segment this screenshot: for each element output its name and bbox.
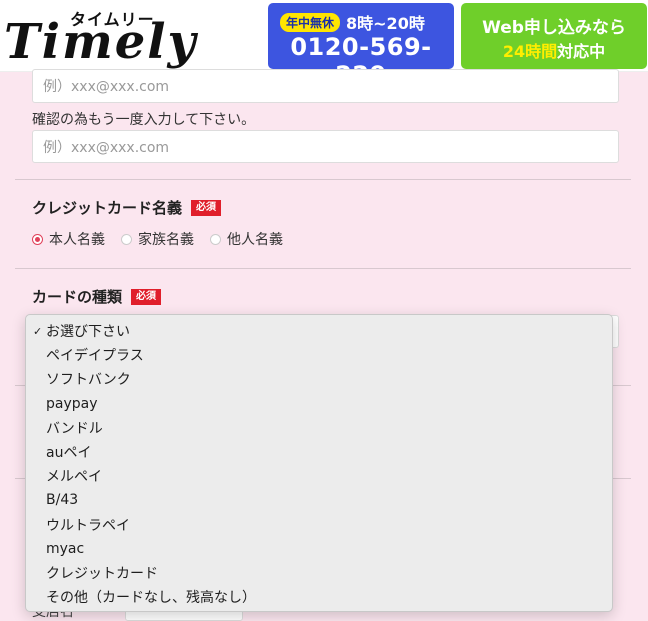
dropdown-option[interactable]: メルペイ (26, 464, 612, 488)
option-label: ペイデイプラス (46, 348, 144, 365)
site-header: タイムリー Timely 年中無休 8時~20時 0120-569-229 We… (0, 0, 648, 89)
dropdown-option[interactable]: auペイ (26, 440, 612, 464)
option-label: その他（カードなし、残高なし） (46, 590, 256, 607)
card-name-radio-group: 本人名義 家族名義 他人名義 (32, 229, 299, 249)
card-name-label: クレジットカード名義 必須 (32, 197, 222, 218)
option-label: バンドル (46, 420, 103, 437)
card-name-label-text: クレジットカード名義 (32, 199, 183, 217)
option-label: paypay (46, 395, 98, 412)
option-label: メルペイ (46, 469, 102, 486)
required-badge: 必須 (191, 199, 222, 216)
radio-label: 本人名義 (49, 232, 105, 248)
phone-hours-row: 年中無休 8時~20時 (280, 10, 425, 34)
email-field[interactable]: 例）xxx@xxx.com (32, 69, 619, 103)
business-hours: 8時~20時 (346, 14, 425, 33)
dropdown-option[interactable]: paypay (26, 392, 612, 416)
required-badge: 必須 (131, 288, 162, 305)
dropdown-option[interactable]: その他（カードなし、残高なし） (26, 585, 612, 609)
dropdown-option[interactable]: ウルトラペイ (26, 513, 612, 537)
radio-option-family[interactable]: 家族名義 (121, 229, 194, 249)
card-type-label-text: カードの種類 (32, 288, 123, 306)
confirm-email-help: 確認の為もう一度入力して下さい。 (32, 112, 256, 128)
web-apply-line2: 24時間対応中 (461, 38, 647, 62)
web-apply-rest: 対応中 (557, 42, 606, 61)
dropdown-option[interactable]: ペイデイプラス (26, 343, 612, 367)
option-label: クレジットカード (46, 565, 158, 582)
radio-unselected-icon[interactable] (121, 233, 132, 245)
dropdown-option[interactable]: B/43 (26, 488, 612, 512)
radio-option-other[interactable]: 他人名義 (210, 229, 283, 249)
confirm-email-placeholder: 例）xxx@xxx.com (43, 139, 170, 156)
radio-selected-icon[interactable] (32, 233, 43, 245)
logo-wordmark: Timely (4, 14, 198, 70)
timely-logo[interactable]: タイムリー Timely (4, 2, 214, 70)
dropdown-option[interactable]: ✓ お選び下さい (26, 319, 612, 343)
checkmark-icon: ✓ (33, 324, 43, 338)
confirm-email-field[interactable]: 例）xxx@xxx.com (32, 130, 619, 163)
option-label: myac (46, 540, 85, 557)
option-label: ウルトラペイ (46, 517, 130, 534)
radio-label: 他人名義 (227, 232, 283, 248)
dropdown-option[interactable]: クレジットカード (26, 561, 612, 585)
dropdown-option[interactable]: ソフトバンク (26, 367, 612, 391)
web-apply-button[interactable]: Web申し込みなら 24時間対応中 (461, 3, 647, 69)
radio-option-self[interactable]: 本人名義 (32, 229, 105, 249)
open-year-round-badge: 年中無休 (280, 12, 341, 32)
card-type-dropdown-list[interactable]: ✓ お選び下さい ペイデイプラス ソフトバンク paypay バンドル auペイ … (25, 314, 613, 612)
option-label: B/43 (46, 492, 79, 509)
option-label: ソフトバンク (46, 372, 131, 389)
radio-label: 家族名義 (138, 232, 194, 248)
option-label: お選び下さい (46, 324, 130, 341)
radio-unselected-icon[interactable] (210, 233, 221, 245)
dropdown-option[interactable]: myac (26, 537, 612, 561)
email-placeholder: 例）xxx@xxx.com (43, 79, 170, 95)
phone-call-button[interactable]: 年中無休 8時~20時 0120-569-229 (268, 3, 454, 89)
section-divider (15, 268, 631, 269)
option-label: auペイ (46, 445, 92, 462)
card-type-label: カードの種類 必須 (32, 286, 162, 307)
section-divider (15, 179, 631, 180)
dropdown-option[interactable]: バンドル (26, 416, 612, 440)
web-apply-line1: Web申し込みなら (482, 18, 626, 38)
web-apply-highlight: 24時間 (502, 42, 558, 61)
